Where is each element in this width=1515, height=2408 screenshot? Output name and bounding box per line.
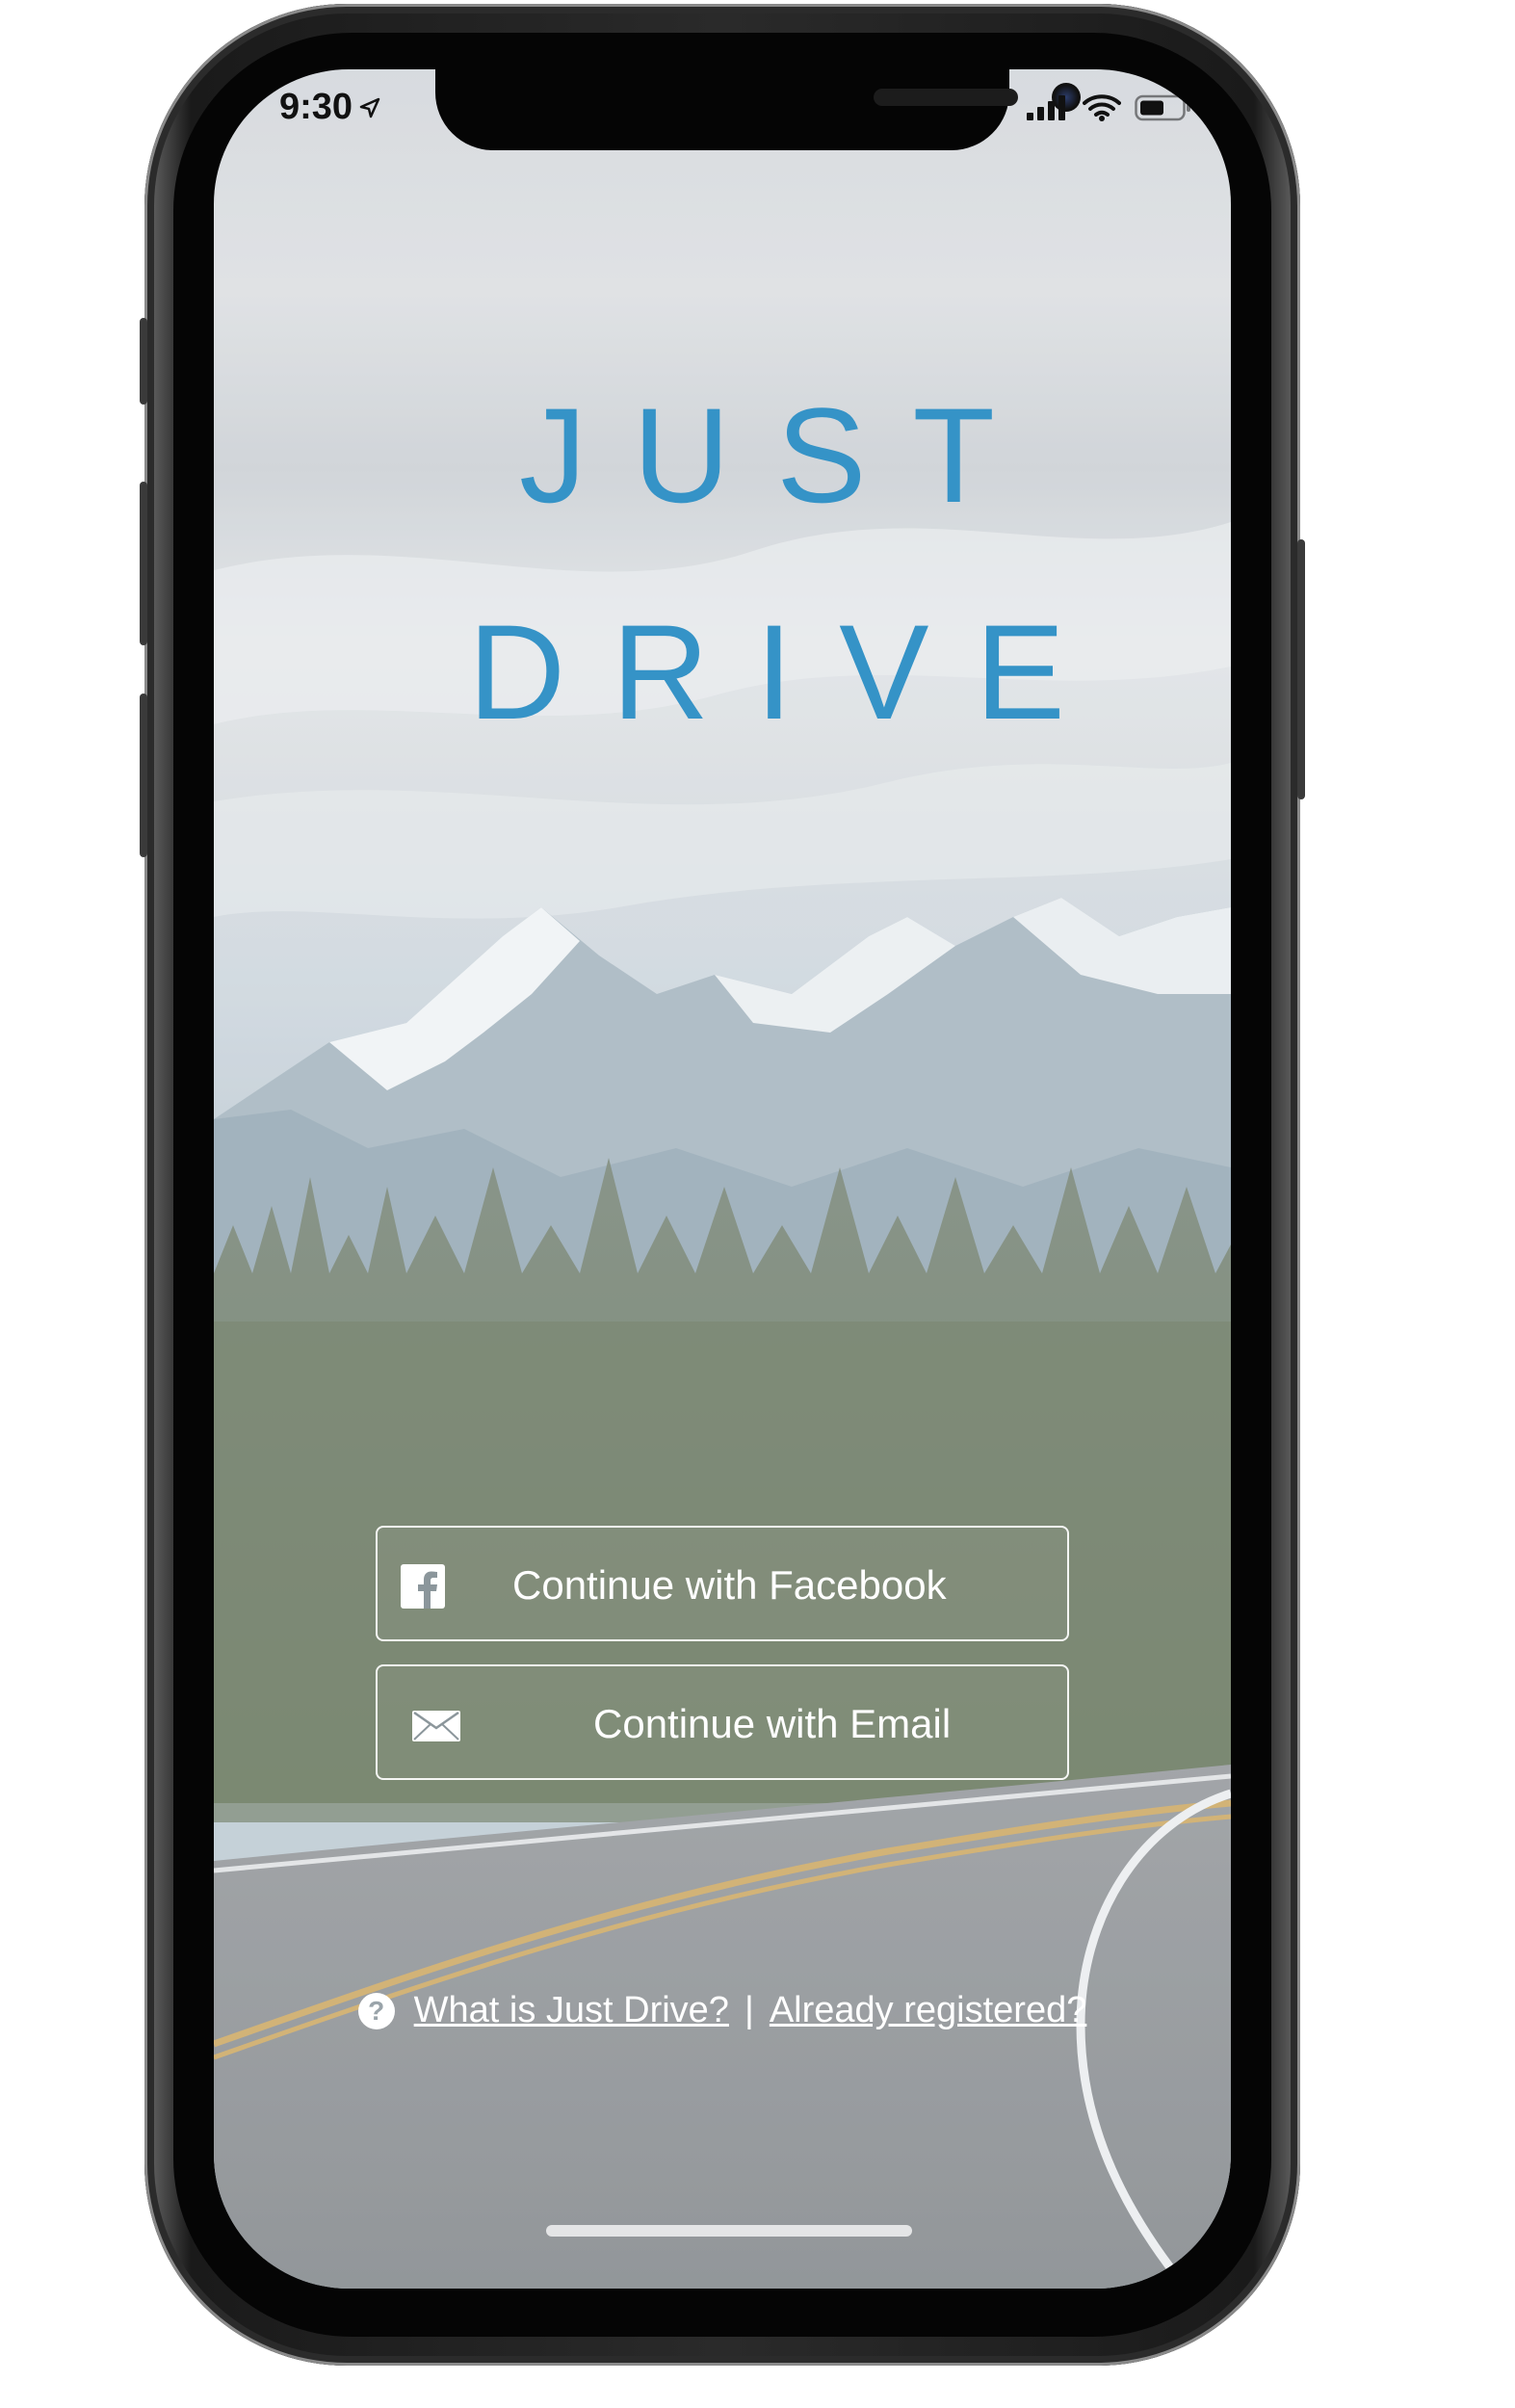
what-is-just-drive-link[interactable]: What is Just Drive? (414, 1990, 729, 2031)
status-bar-time: 9:30 (279, 87, 381, 128)
wifi-icon (1083, 94, 1121, 121)
envelope-icon (412, 1711, 460, 1741)
already-registered-link[interactable]: Already registered? (770, 1990, 1087, 2031)
brand-title-line-1: JUST (519, 380, 1041, 531)
time-label: 9:30 (279, 87, 353, 127)
brand-title-line-2: DRIVE (468, 596, 1111, 747)
home-indicator[interactable] (546, 2225, 912, 2237)
link-separator: | (744, 1990, 754, 2030)
earpiece-speaker (874, 89, 1018, 106)
power-button (1297, 539, 1305, 799)
question-circle-icon: ? (357, 1992, 395, 2029)
continue-with-facebook-button[interactable]: Continue with Facebook (376, 1526, 1069, 1641)
volume-down-button (140, 694, 147, 857)
notch (435, 69, 1081, 150)
status-bar-indicators (1027, 94, 1192, 121)
location-arrow-icon (359, 97, 380, 118)
facebook-icon (401, 1564, 445, 1609)
volume-up-button (140, 482, 147, 645)
battery-icon (1135, 94, 1190, 121)
email-button-label: Continue with Email (593, 1701, 952, 1746)
continue-with-email-button[interactable]: Continue with Email (376, 1664, 1069, 1780)
facebook-button-label: Continue with Facebook (512, 1562, 947, 1608)
cellular-signal-icon (1027, 95, 1065, 120)
silent-switch (140, 318, 147, 405)
app-screen: 9:30 JUST DRIVE Continue with Facebook C… (214, 69, 1231, 2289)
footer-links: ? What is Just Drive? | Already register… (214, 1990, 1231, 2031)
